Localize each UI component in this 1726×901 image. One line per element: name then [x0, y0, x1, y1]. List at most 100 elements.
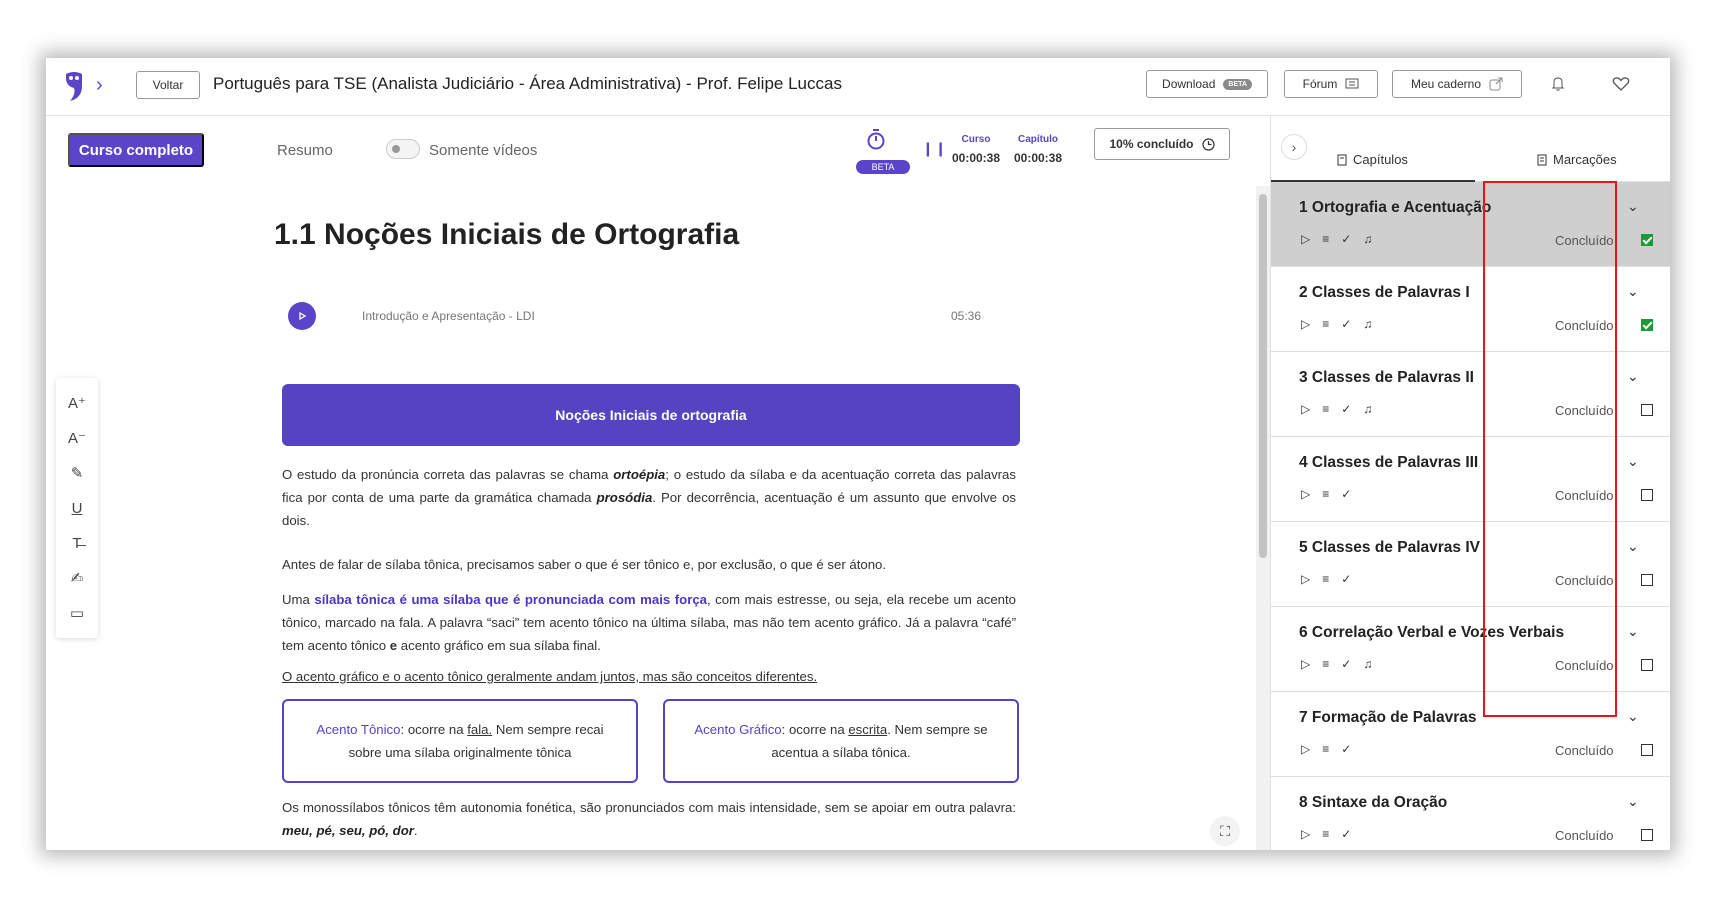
text: . [413, 823, 418, 838]
full-course-button[interactable]: Curso completo [68, 133, 204, 167]
play-icon[interactable]: ▷ [1301, 487, 1310, 501]
summary-tab[interactable]: Resumo [277, 142, 333, 159]
chevron-down-icon[interactable]: ⌄ [1627, 538, 1639, 555]
chevron-down-icon[interactable]: ⌄ [1627, 283, 1639, 300]
chapter-done-checkbox[interactable] [1641, 829, 1653, 841]
notebook-button[interactable]: Meu caderno [1392, 70, 1522, 98]
box-text: Acento Gráfico: ocorre na escrita. Nem s… [685, 718, 997, 764]
check-icon[interactable]: ✓ [1341, 402, 1351, 416]
tab-bookmarks[interactable]: Marcações [1537, 152, 1617, 167]
check-icon[interactable]: ✓ [1341, 317, 1351, 331]
check-icon[interactable]: ✓ [1341, 657, 1351, 671]
strikethrough-icon[interactable]: T̶ [56, 530, 98, 556]
sidebar-toggle-icon[interactable]: › [1281, 134, 1307, 160]
chapter-item[interactable]: 8 Sintaxe da Oração ⌄ ▷ ≡ ✓ Concluído [1271, 777, 1670, 850]
stopwatch-icon[interactable] [866, 128, 886, 150]
external-link-icon [1489, 77, 1503, 91]
chapter-done-checkbox[interactable] [1641, 234, 1653, 246]
chapter-title[interactable]: 8 Sintaxe da Oração [1299, 794, 1447, 812]
play-icon[interactable]: ▷ [1301, 827, 1310, 841]
music-note-icon[interactable]: ♫ [1363, 657, 1372, 671]
font-decrease-icon[interactable]: A⁻ [56, 425, 98, 451]
chapter-title[interactable]: 3 Classes de Palavras II [1299, 369, 1474, 387]
note-edit-icon[interactable]: ✍ [56, 565, 98, 591]
forum-button[interactable]: Fórum [1284, 70, 1378, 98]
check-icon[interactable]: ✓ [1341, 742, 1351, 756]
chevron-down-icon[interactable]: ⌄ [1627, 623, 1639, 640]
text-lines-icon[interactable]: ≡ [1322, 487, 1329, 501]
chapter-item[interactable]: 3 Classes de Palavras II ⌄ ▷ ≡ ✓ ♫ Concl… [1271, 352, 1670, 437]
videos-only-toggle[interactable] [386, 139, 420, 159]
chapter-done-checkbox[interactable] [1641, 574, 1653, 586]
chapter-done-checkbox[interactable] [1641, 659, 1653, 671]
chapter-done-checkbox[interactable] [1641, 319, 1653, 331]
chapter-item[interactable]: 5 Classes de Palavras IV ⌄ ▷ ≡ ✓ Concluí… [1271, 522, 1670, 607]
text-lines-icon[interactable]: ≡ [1322, 657, 1329, 671]
play-icon[interactable]: ▷ [1301, 402, 1310, 416]
music-note-icon[interactable]: ♫ [1363, 402, 1372, 416]
underline-icon[interactable]: U [56, 495, 98, 521]
play-icon[interactable]: ▷ [1301, 657, 1310, 671]
check-icon[interactable]: ✓ [1341, 487, 1351, 501]
paragraph-5: Os monossílabos tônicos têm autonomia fo… [282, 796, 1016, 842]
chapter-item[interactable]: 1 Ortografia e Acentuação ⌄ ▷ ≡ ✓ ♫ Conc… [1271, 182, 1670, 267]
chapter-done-checkbox[interactable] [1641, 489, 1653, 501]
chevron-down-icon[interactable]: ⌄ [1627, 368, 1639, 385]
chevron-right-icon[interactable]: › [96, 74, 103, 97]
owl-logo-icon[interactable] [64, 70, 84, 102]
chapter-title[interactable]: 2 Classes de Palavras I [1299, 284, 1470, 302]
chevron-down-icon[interactable]: ⌄ [1627, 453, 1639, 470]
scrollbar-thumb[interactable] [1259, 194, 1267, 558]
chapter-time-label: Capítulo [1018, 134, 1058, 145]
chapter-title[interactable]: 7 Formação de Palavras [1299, 709, 1477, 727]
text-lines-icon[interactable]: ≡ [1322, 827, 1329, 841]
highlighter-icon[interactable]: ✎ [56, 460, 98, 486]
text-lines-icon[interactable]: ≡ [1322, 742, 1329, 756]
font-increase-icon[interactable]: A⁺ [56, 390, 98, 416]
heart-icon[interactable] [1609, 72, 1633, 96]
chevron-down-icon[interactable]: ⌄ [1627, 793, 1639, 810]
underlined-word: fala. [467, 722, 493, 737]
check-icon[interactable]: ✓ [1341, 572, 1351, 586]
chapter-title[interactable]: 4 Classes de Palavras III [1299, 454, 1478, 472]
chapter-done-checkbox[interactable] [1641, 744, 1653, 756]
chapter-item[interactable]: 2 Classes de Palavras I ⌄ ▷ ≡ ✓ ♫ Conclu… [1271, 267, 1670, 352]
download-label: Download [1162, 77, 1216, 91]
play-icon[interactable]: ▷ [1301, 317, 1310, 331]
text-lines-icon[interactable]: ≡ [1322, 317, 1329, 331]
video-title[interactable]: Introdução e Apresentação - LDI [362, 309, 535, 323]
play-icon[interactable]: ▷ [1301, 742, 1310, 756]
text-lines-icon[interactable]: ≡ [1322, 402, 1329, 416]
chapter-title[interactable]: 1 Ortografia e Acentuação [1299, 199, 1491, 217]
chapter-title[interactable]: 6 Correlação Verbal e Vozes Verbais [1299, 624, 1564, 642]
content-scrollbar[interactable] [1256, 186, 1270, 850]
chevron-down-icon[interactable]: ⌄ [1627, 708, 1639, 725]
text: : ocorre na [400, 722, 468, 737]
download-button[interactable]: Download BETA [1146, 70, 1268, 98]
tab-chapters[interactable]: Capítulos [1337, 152, 1408, 167]
text-lines-icon[interactable]: ≡ [1322, 232, 1329, 246]
check-icon[interactable]: ✓ [1341, 232, 1351, 246]
fullscreen-icon[interactable]: ⛶ [1210, 816, 1240, 846]
video-play-button[interactable] [288, 302, 316, 330]
paragraph-1: O estudo da pronúncia correta das palavr… [282, 463, 1016, 532]
bell-icon[interactable] [1546, 72, 1570, 96]
forum-label: Fórum [1302, 77, 1338, 91]
chevron-down-icon[interactable]: ⌄ [1627, 198, 1639, 215]
chapter-item[interactable]: 7 Formação de Palavras ⌄ ▷ ≡ ✓ Concluído [1271, 692, 1670, 777]
chapter-item[interactable]: 6 Correlação Verbal e Vozes Verbais ⌄ ▷ … [1271, 607, 1670, 692]
pause-icon[interactable]: ❙❙ [922, 140, 947, 157]
text-lines-icon[interactable]: ≡ [1322, 572, 1329, 586]
chapter-title[interactable]: 5 Classes de Palavras IV [1299, 539, 1480, 557]
top-bar: › Voltar Português para TSE (Analista Ju… [46, 58, 1670, 116]
play-icon[interactable]: ▷ [1301, 572, 1310, 586]
music-note-icon[interactable]: ♫ [1363, 232, 1372, 246]
comment-icon[interactable]: ▭ [56, 600, 98, 626]
play-icon[interactable]: ▷ [1301, 232, 1310, 246]
back-button[interactable]: Voltar [136, 71, 200, 99]
chapter-done-checkbox[interactable] [1641, 404, 1653, 416]
music-note-icon[interactable]: ♫ [1363, 317, 1372, 331]
chapter-item[interactable]: 4 Classes de Palavras III ⌄ ▷ ≡ ✓ Conclu… [1271, 437, 1670, 522]
check-icon[interactable]: ✓ [1341, 827, 1351, 841]
progress-button[interactable]: 10% concluído [1094, 128, 1230, 160]
